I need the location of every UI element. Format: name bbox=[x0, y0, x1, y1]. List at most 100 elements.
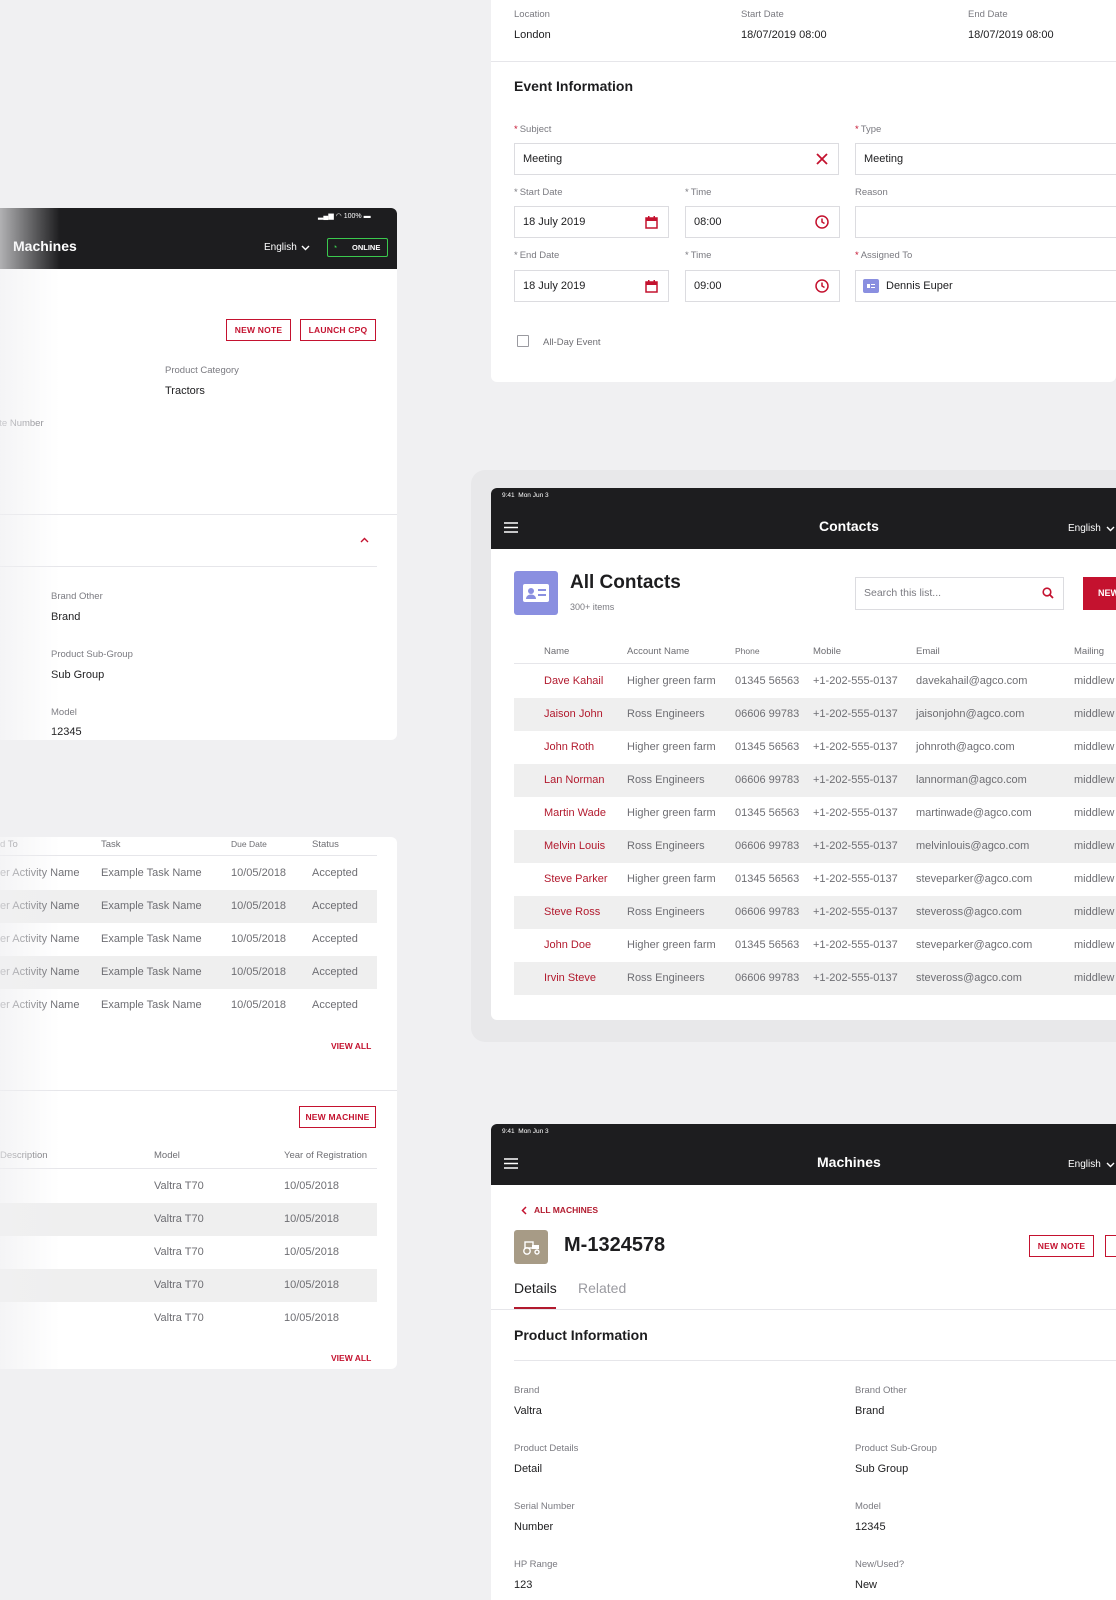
table-cell: +1-202-555-0137 bbox=[813, 741, 898, 753]
table-cell: Accepted bbox=[312, 966, 358, 978]
language-select[interactable]: English bbox=[1068, 1159, 1101, 1170]
sub-group-value: Sub Group bbox=[51, 669, 105, 681]
chevron-up-icon[interactable] bbox=[358, 535, 370, 545]
tab-related[interactable]: Related bbox=[578, 1280, 626, 1296]
table-row[interactable]: er Activity Name Example Task Name 10/05/2… bbox=[0, 923, 377, 956]
reason-input[interactable] bbox=[855, 206, 1116, 238]
contact-name-link[interactable]: Dave Kahail bbox=[544, 675, 603, 687]
table-row[interactable]: Valtra T70 10/05/2018 bbox=[0, 1203, 377, 1236]
table-cell: middlew bbox=[1074, 675, 1115, 687]
table-cell: Higher green farm bbox=[627, 675, 716, 687]
contact-name-link[interactable]: Steve Parker bbox=[544, 873, 608, 885]
table-row[interactable]: Steve Parker Higher green farm 01345 56563… bbox=[514, 863, 1116, 896]
header-mobile: Mobile bbox=[813, 646, 841, 657]
table-cell: Valtra T70 bbox=[154, 1180, 204, 1192]
table-row[interactable]: Dave Kahail Higher green farm 01345 56563 +… bbox=[514, 665, 1116, 698]
language-select[interactable]: English bbox=[1068, 523, 1101, 534]
menu-icon[interactable] bbox=[504, 521, 518, 533]
language-select[interactable]: English bbox=[264, 242, 297, 253]
menu-icon[interactable] bbox=[504, 1157, 518, 1169]
contact-name-link[interactable]: Irvin Steve bbox=[544, 972, 596, 984]
table-row[interactable]: Irvin Steve Ross Engineers 06606 99783 +1-2… bbox=[514, 962, 1116, 995]
table-cell: Accepted bbox=[312, 933, 358, 945]
calendar-icon[interactable] bbox=[643, 278, 659, 294]
table-row[interactable]: Valtra T70 10/05/2018 bbox=[0, 1170, 377, 1203]
contact-name-link[interactable]: Melvin Louis bbox=[544, 840, 605, 852]
table-row[interactable]: John Doe Higher green farm 01345 56563 +1-2… bbox=[514, 929, 1116, 962]
type-select[interactable]: Meeting bbox=[855, 143, 1116, 175]
table-row[interactable]: er Activity Name Example Task Name 10/05/2… bbox=[0, 989, 377, 1022]
table-cell: 10/05/2018 bbox=[231, 966, 287, 978]
chevron-down-icon[interactable] bbox=[1105, 524, 1115, 534]
wifi-icon: ◔ bbox=[332, 242, 338, 252]
view-all-link[interactable]: VIEW ALL bbox=[331, 1041, 371, 1051]
tasks-header-task: Task bbox=[101, 839, 121, 850]
table-row[interactable]: Valtra T70 10/05/2018 bbox=[0, 1269, 377, 1302]
new-note-button[interactable]: NEW NOTE bbox=[1029, 1235, 1094, 1257]
field-value: Valtra bbox=[514, 1405, 542, 1417]
contact-name-link[interactable]: Martin Wade bbox=[544, 807, 606, 819]
table-cell: middlew bbox=[1074, 939, 1115, 951]
contact-name-link[interactable]: John Roth bbox=[544, 741, 594, 753]
table-cell: middlew bbox=[1074, 972, 1115, 984]
divider bbox=[0, 855, 377, 856]
tractor-icon bbox=[514, 1230, 548, 1264]
table-row[interactable]: John Roth Higher green farm 01345 56563 +1-… bbox=[514, 731, 1116, 764]
table-row[interactable]: Melvin Louis Ross Engineers 06606 99783 +1-… bbox=[514, 830, 1116, 863]
table-row[interactable]: er Activity Name Example Task Name 10/05/2… bbox=[0, 857, 377, 890]
search-input[interactable]: Search this list... bbox=[855, 577, 1064, 610]
all-day-checkbox[interactable] bbox=[517, 335, 529, 347]
table-row[interactable]: er Activity Name Example Task Name 10/05/2… bbox=[0, 890, 377, 923]
table-cell: melvinlouis@agco.com bbox=[916, 840, 1030, 852]
table-cell: middlew bbox=[1074, 708, 1115, 720]
app-header: 9:41 Mon Jun 3 Contacts English bbox=[491, 488, 1116, 549]
table-cell: 10/05/2018 bbox=[284, 1246, 340, 1258]
table-row[interactable]: Steve Ross Ross Engineers 06606 99783 +1-20… bbox=[514, 896, 1116, 929]
table-row[interactable]: Martin Wade Higher green farm 01345 56563 +… bbox=[514, 797, 1116, 830]
view-all-link[interactable]: VIEW ALL bbox=[331, 1353, 371, 1363]
back-link[interactable]: ALL MACHINES bbox=[534, 1205, 598, 1215]
contact-name-link[interactable]: Steve Ross bbox=[544, 906, 600, 918]
section-title: Event Information bbox=[514, 78, 634, 94]
calendar-icon[interactable] bbox=[643, 214, 659, 230]
table-row[interactable]: Valtra T70 10/05/2018 bbox=[0, 1302, 377, 1335]
table-row[interactable]: Lan Norman Ross Engineers 06606 99783 +1-20… bbox=[514, 764, 1116, 797]
chevron-down-icon[interactable] bbox=[1105, 1160, 1115, 1170]
launch-cpq-button[interactable]: LAUNCH CPQ bbox=[300, 319, 376, 341]
table-cell: middlew bbox=[1074, 906, 1115, 918]
subject-input[interactable]: Meeting bbox=[514, 143, 839, 175]
assigned-input[interactable]: Dennis Euper bbox=[855, 270, 1116, 302]
launch-cpq-button[interactable] bbox=[1105, 1235, 1116, 1257]
tab-details[interactable]: Details bbox=[514, 1280, 557, 1296]
contact-name-link[interactable]: Jaison John bbox=[544, 708, 603, 720]
table-cell: 01345 56563 bbox=[735, 939, 800, 951]
table-row[interactable]: er Activity Name Example Task Name 10/05/2… bbox=[0, 956, 377, 989]
table-row[interactable]: Valtra T70 10/05/2018 bbox=[0, 1236, 377, 1269]
contacts-card: 9:41 Mon Jun 3 Contacts English All Cont… bbox=[491, 488, 1116, 1020]
status-bar: ▂▄▆ ◠ 100% ▬ bbox=[318, 213, 371, 220]
table-cell: Valtra T70 bbox=[154, 1213, 204, 1225]
table-cell: er Activity Name bbox=[0, 999, 80, 1011]
table-cell: Example Task Name bbox=[101, 999, 202, 1011]
new-contact-button[interactable]: NEW bbox=[1083, 577, 1116, 610]
contact-name-link[interactable]: Lan Norman bbox=[544, 774, 605, 786]
field-value: Sub Group bbox=[855, 1463, 909, 1475]
chevron-down-icon[interactable] bbox=[300, 243, 310, 253]
contact-name-link[interactable]: John Doe bbox=[544, 939, 591, 951]
clock-icon[interactable] bbox=[814, 278, 830, 294]
divider bbox=[491, 1309, 1116, 1310]
new-machine-button[interactable]: NEW MACHINE bbox=[299, 1106, 376, 1128]
clock-icon[interactable] bbox=[814, 214, 830, 230]
clear-icon[interactable] bbox=[814, 151, 830, 167]
table-cell: davekahail@agco.com bbox=[916, 675, 1028, 687]
assigned-label: * Assigned To bbox=[855, 250, 913, 261]
table-cell: +1-202-555-0137 bbox=[813, 873, 898, 885]
table-row[interactable]: Jaison John Ross Engineers 06606 99783 +1-2… bbox=[514, 698, 1116, 731]
plate-number-label: ate Number bbox=[0, 418, 44, 429]
chevron-left-icon[interactable] bbox=[520, 1205, 528, 1215]
table-cell: 06606 99783 bbox=[735, 972, 800, 984]
left-related-card: d To Task Due Date Status er Activity Na… bbox=[0, 837, 397, 1369]
table-cell: 06606 99783 bbox=[735, 906, 800, 918]
search-icon[interactable] bbox=[1041, 586, 1055, 600]
new-note-button[interactable]: NEW NOTE bbox=[226, 319, 291, 341]
